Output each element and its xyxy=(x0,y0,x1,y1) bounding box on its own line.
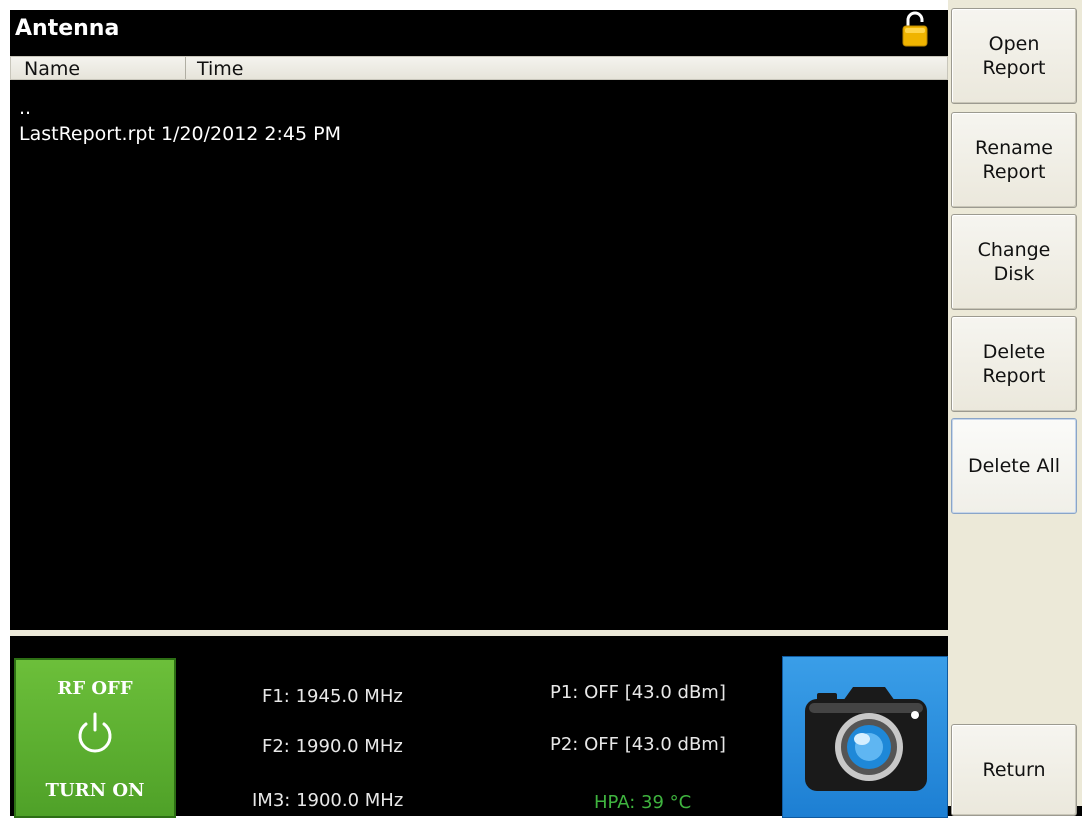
f1-frequency: F1: 1945.0 MHz xyxy=(262,686,403,707)
list-header: Name Time xyxy=(10,56,948,80)
p1-power: P1: OFF [43.0 dBm] xyxy=(550,682,726,703)
page-title: Antenna xyxy=(15,16,120,41)
rf-state-label: RF OFF xyxy=(57,678,133,699)
power-icon xyxy=(78,712,112,753)
screenshot-button[interactable] xyxy=(782,656,948,818)
softkey-panel: Open Report Rename Report Change Disk De… xyxy=(948,0,1082,816)
open-report-button[interactable]: Open Report xyxy=(951,8,1077,104)
report-file-list[interactable]: Name Time .. LastReport.rpt 1/20/2012 2:… xyxy=(10,50,958,630)
lock-icon[interactable] xyxy=(900,10,930,48)
app-window: Antenna Name Time .. LastReport.rpt 1/20… xyxy=(10,10,1082,818)
f2-frequency: F2: 1990.0 MHz xyxy=(262,736,403,757)
column-header-name[interactable]: Name xyxy=(24,57,80,80)
p2-power: P2: OFF [43.0 dBm] xyxy=(550,734,726,755)
camera-icon xyxy=(805,687,927,791)
list-item-report[interactable]: LastReport.rpt 1/20/2012 2:45 PM xyxy=(19,122,341,146)
status-bar-divider xyxy=(10,630,958,636)
change-disk-button[interactable]: Change Disk xyxy=(951,214,1077,310)
delete-all-button[interactable]: Delete All xyxy=(951,418,1077,514)
hpa-temperature: HPA: 39 °C xyxy=(594,792,692,813)
return-button[interactable]: Return xyxy=(951,724,1077,816)
rename-report-button[interactable]: Rename Report xyxy=(951,112,1077,208)
rf-toggle-button[interactable]: RF OFF TURN ON xyxy=(14,658,176,818)
list-item-parent-dir[interactable]: .. xyxy=(19,96,31,120)
column-divider[interactable] xyxy=(185,57,186,79)
im3-frequency: IM3: 1900.0 MHz xyxy=(252,790,404,811)
title-bar: Antenna xyxy=(10,10,958,48)
status-bar: RF OFF TURN ON F1: 1945.0 MHz F2: 1990.0… xyxy=(10,630,958,818)
delete-report-button[interactable]: Delete Report xyxy=(951,316,1077,412)
rf-action-label: TURN ON xyxy=(45,780,145,801)
column-header-time[interactable]: Time xyxy=(197,57,244,80)
